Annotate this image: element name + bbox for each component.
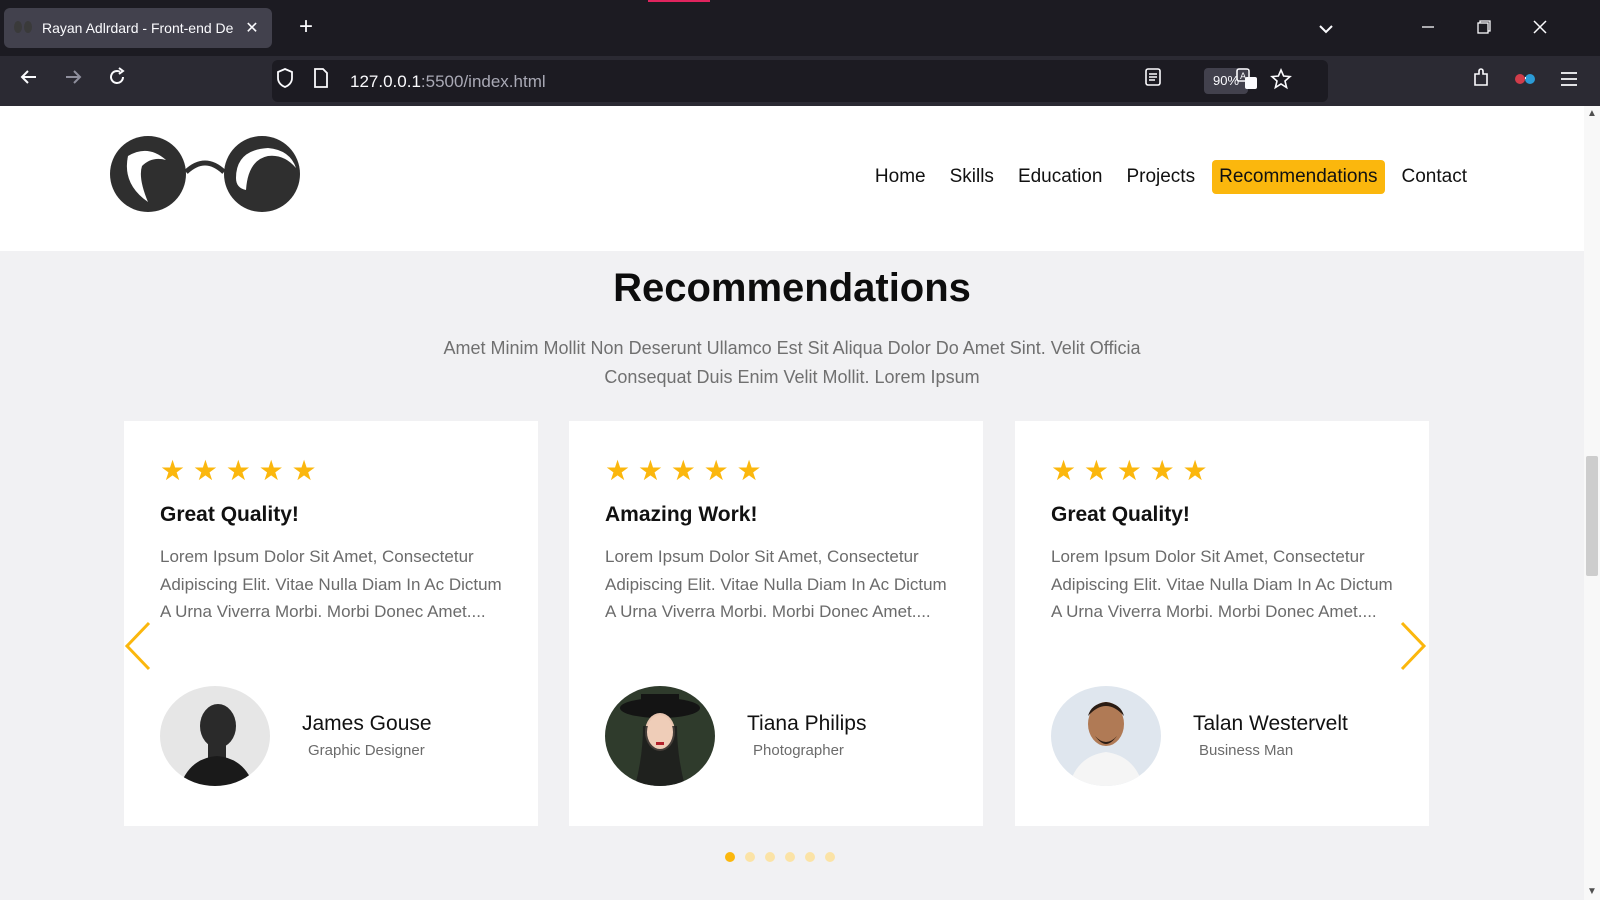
browser-tab[interactable]: Rayan Adlrdard - Front-end De ✕	[4, 8, 272, 48]
recommendation-card: ★ ★ ★ ★ ★ Amazing Work! Lorem Ipsum Dolo…	[569, 421, 983, 826]
carousel-dot[interactable]	[785, 852, 795, 862]
reader-view-icon[interactable]	[1140, 68, 1166, 94]
nav-projects[interactable]: Projects	[1119, 160, 1202, 194]
card-text: Lorem Ipsum Dolor Sit Amet, Consectetur …	[1051, 547, 1393, 621]
carousel-next-arrow-icon[interactable]	[1398, 621, 1428, 671]
star-rating-icon: ★ ★ ★ ★ ★	[160, 455, 317, 486]
avatar	[1051, 686, 1161, 786]
avatar	[605, 686, 715, 786]
card-title: Great Quality!	[1051, 503, 1190, 526]
translate-icon[interactable]: A	[1234, 68, 1260, 94]
close-tab-icon[interactable]: ✕	[242, 18, 262, 38]
address-bar[interactable]: 127.0.0.1:5500/index.html 90% A	[272, 60, 1328, 102]
carousel-pagination	[725, 852, 835, 862]
nav-recommendations[interactable]: Recommendations	[1212, 160, 1385, 194]
nav-home[interactable]: Home	[868, 160, 933, 194]
card-title: Great Quality!	[160, 503, 299, 526]
reviewer-role: Business Man	[1199, 742, 1294, 759]
star-rating-icon: ★ ★ ★ ★ ★	[1051, 455, 1208, 486]
browser-toolbar: 127.0.0.1:5500/index.html 90% A	[0, 56, 1600, 106]
star-rating-icon: ★ ★ ★ ★ ★	[605, 455, 762, 486]
url-host: 127.0.0.1	[350, 72, 421, 91]
carousel-dot[interactable]	[765, 852, 775, 862]
shield-icon[interactable]	[272, 68, 298, 94]
recommendation-card: ★ ★ ★ ★ ★ Great Quality! Lorem Ipsum Dol…	[1015, 421, 1429, 826]
reviewer: James Gouse Graphic Designer	[160, 686, 510, 786]
reviewer-role: Graphic Designer	[308, 742, 425, 759]
scroll-thumb[interactable]	[1586, 456, 1598, 576]
restore-icon[interactable]	[1470, 14, 1498, 42]
section-title: Recommendations	[613, 266, 971, 310]
nav-skills[interactable]: Skills	[943, 160, 1001, 194]
page-viewport: Home Skills Education Projects Recommend…	[0, 106, 1584, 900]
reviewer: Talan Westervelt Business Man	[1051, 686, 1401, 786]
tab-title: Rayan Adlrdard - Front-end De	[42, 20, 234, 36]
carousel-dot[interactable]	[725, 852, 735, 862]
new-tab-button[interactable]: +	[292, 14, 320, 42]
close-window-icon[interactable]	[1526, 14, 1554, 42]
url-text[interactable]: 127.0.0.1:5500/index.html	[350, 72, 546, 92]
card-text: Lorem Ipsum Dolor Sit Amet, Consectetur …	[160, 547, 502, 621]
list-tabs-chevron-icon[interactable]	[1312, 14, 1340, 42]
carousel-dot[interactable]	[805, 852, 815, 862]
profile-icon[interactable]	[1510, 66, 1540, 96]
card-text: Lorem Ipsum Dolor Sit Amet, Consectetur …	[605, 547, 947, 621]
section-subtitle: Amet Minim Mollit Non Deserunt Ullamco E…	[443, 338, 1141, 387]
back-icon[interactable]	[14, 66, 44, 96]
carousel-dot[interactable]	[825, 852, 835, 862]
reviewer-role: Photographer	[753, 742, 844, 759]
bookmark-star-icon[interactable]	[1268, 67, 1294, 94]
nav-education[interactable]: Education	[1011, 160, 1110, 194]
extensions-icon[interactable]	[1466, 66, 1496, 96]
carousel-dot[interactable]	[745, 852, 755, 862]
reload-icon[interactable]	[102, 66, 132, 96]
carousel-prev-arrow-icon[interactable]	[123, 621, 153, 671]
reviewer-name: Tiana Philips	[747, 712, 867, 735]
browser-tab-bar: Rayan Adlrdard - Front-end De ✕ +	[0, 0, 1600, 56]
vertical-scrollbar[interactable]: ▲ ▼	[1584, 106, 1600, 900]
url-path: :5500/index.html	[420, 72, 546, 91]
nav-contact[interactable]: Contact	[1395, 160, 1474, 194]
scroll-up-icon[interactable]: ▲	[1584, 106, 1600, 122]
reviewer: Tiana Philips Photographer	[605, 686, 955, 786]
glasses-logo-icon[interactable]	[108, 134, 302, 214]
forward-icon[interactable]	[58, 66, 88, 96]
recommendation-carousel: ★ ★ ★ ★ ★ Great Quality! Lorem Ipsum Dol…	[124, 421, 1440, 826]
reviewer-name: Talan Westervelt	[1193, 712, 1348, 735]
scroll-down-icon[interactable]: ▼	[1584, 884, 1600, 900]
minimize-icon[interactable]	[1414, 14, 1442, 42]
tab-accent-line	[648, 0, 710, 2]
glasses-favicon-icon	[14, 21, 34, 35]
card-title: Amazing Work!	[605, 503, 758, 526]
page-icon[interactable]	[308, 68, 334, 94]
avatar	[160, 686, 270, 786]
menu-icon[interactable]	[1554, 66, 1584, 96]
svg-text:A: A	[1240, 72, 1247, 82]
reviewer-name: James Gouse	[302, 712, 432, 735]
site-header: Home Skills Education Projects Recommend…	[0, 106, 1584, 251]
main-nav: Home Skills Education Projects Recommend…	[868, 160, 1474, 194]
recommendation-card: ★ ★ ★ ★ ★ Great Quality! Lorem Ipsum Dol…	[124, 421, 538, 826]
